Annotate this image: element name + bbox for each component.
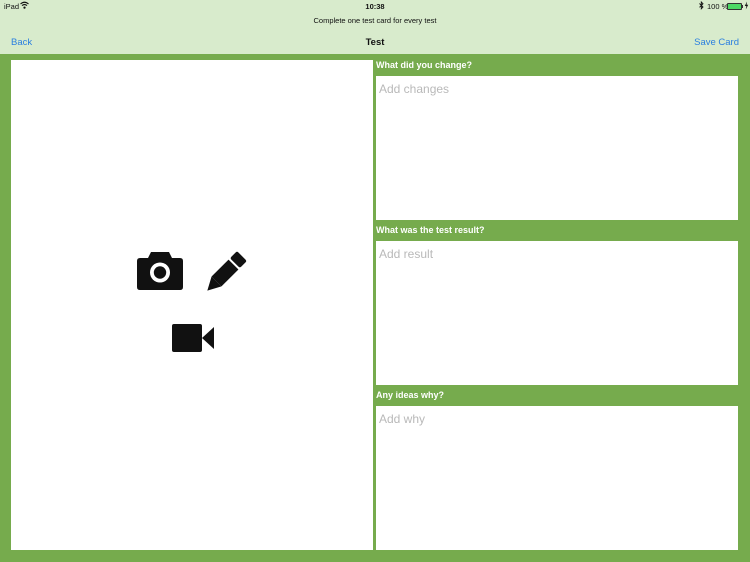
camera-icon[interactable] [136,248,184,292]
change-label: What did you change? [376,60,472,70]
top-bar: iPad 10:38 100 % Complete one test card … [0,0,750,54]
pencil-icon[interactable] [202,250,248,296]
why-label: Any ideas why? [376,390,445,400]
bluetooth-icon [699,0,704,12]
status-bar: iPad 10:38 100 % [0,0,750,12]
video-camera-icon[interactable] [171,323,215,353]
page-title: Test [365,37,385,48]
battery-icon [727,3,742,10]
page-subtitle: Complete one test card for every test [313,16,437,25]
battery-cap [742,5,743,8]
why-field[interactable] [376,406,738,550]
save-card-button[interactable]: Save Card [694,37,739,48]
status-time: 10:38 [365,2,385,11]
result-field[interactable] [376,241,738,385]
changes-field[interactable] [376,76,738,220]
charging-icon [744,1,749,12]
result-label: What was the test result? [376,225,485,235]
battery-percentage: 100 % [707,2,729,11]
media-panel [11,60,373,550]
